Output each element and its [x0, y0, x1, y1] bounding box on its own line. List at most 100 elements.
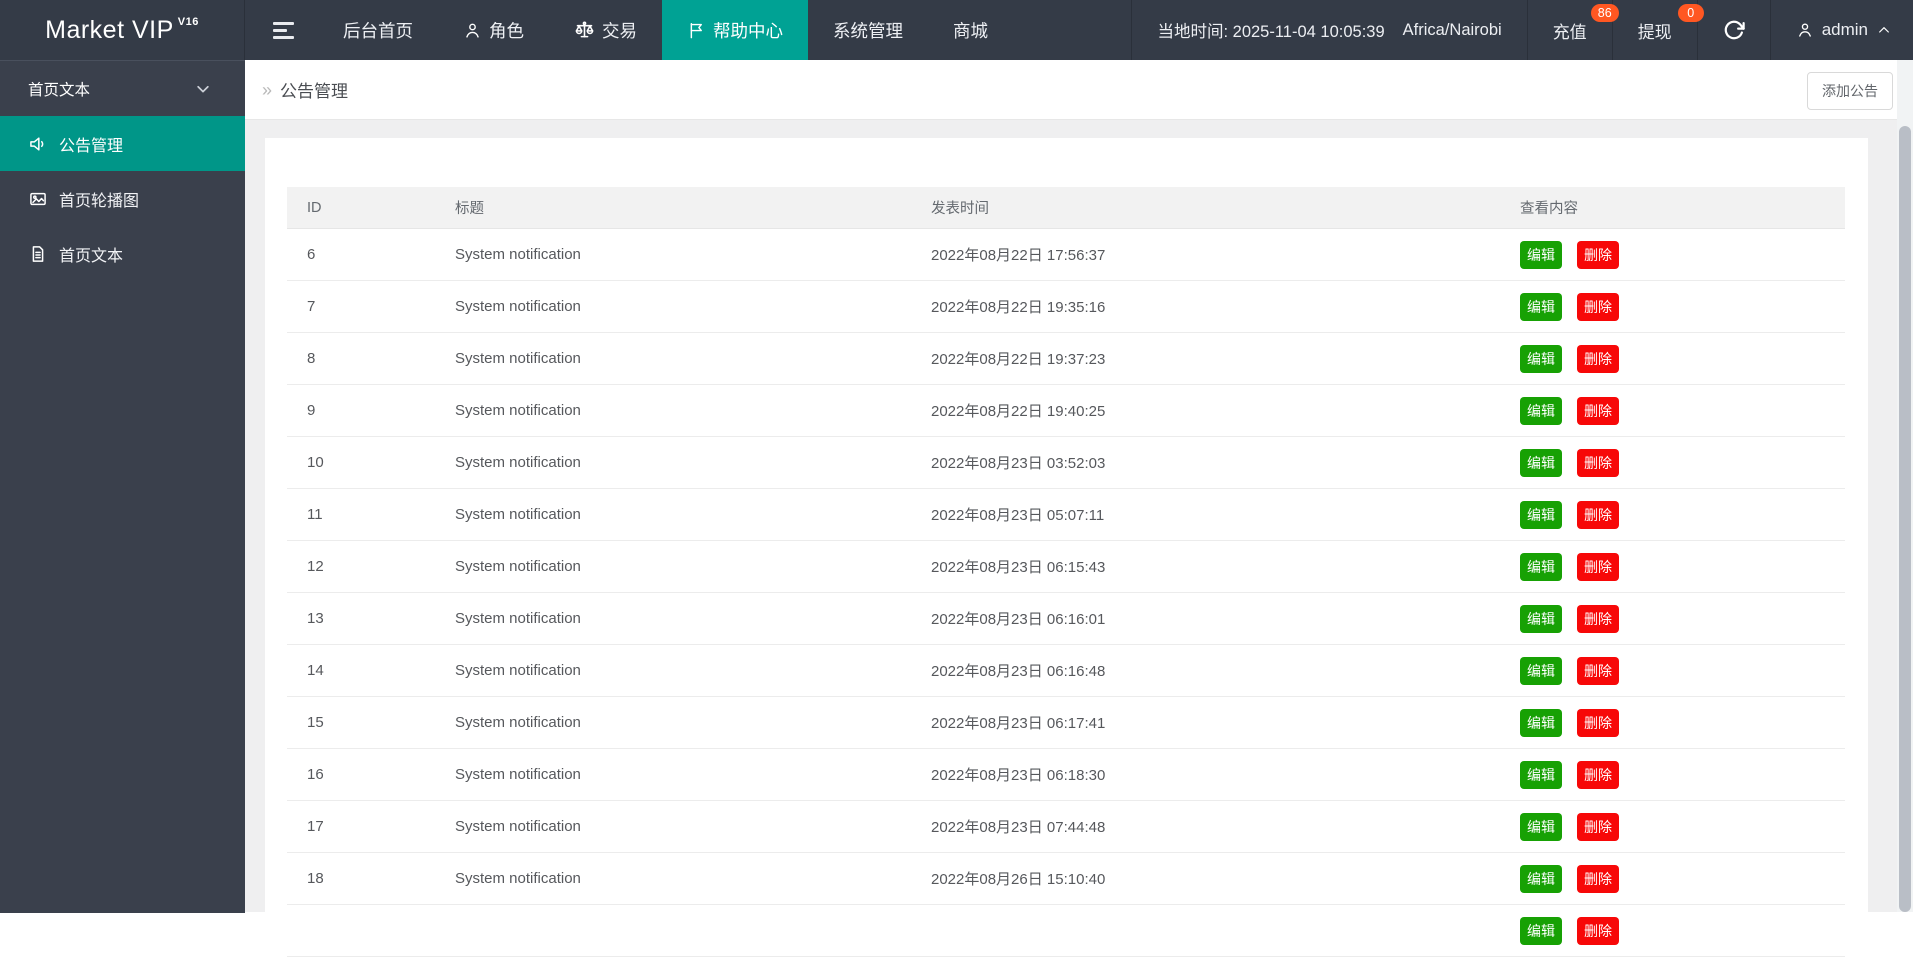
edit-button[interactable]: 编辑 [1520, 864, 1562, 893]
flag-icon [690, 22, 702, 38]
breadcrumb: » 公告管理 [245, 77, 348, 102]
delete-button[interactable]: 删除 [1577, 292, 1619, 321]
navbar-right: 当地时间: 2025-11-04 10:05:39 Africa/Nairobi… [1131, 0, 1913, 60]
row-id: 8 [307, 350, 316, 367]
recharge-group: 充值 86 [1526, 0, 1619, 60]
scrollbar-thumb[interactable] [1899, 126, 1911, 912]
edit-button[interactable]: 编辑 [1520, 760, 1562, 789]
row-id: 17 [307, 818, 324, 835]
delete-button[interactable]: 删除 [1577, 656, 1619, 685]
top-navbar: Market VIP V16 后台首页 角色 交易 帮助中心 系统管理 商城 当… [0, 0, 1913, 60]
sidebar-group-home-text[interactable]: 首页文本 [0, 61, 245, 116]
delete-button[interactable]: 删除 [1577, 916, 1619, 945]
edit-button[interactable]: 编辑 [1520, 812, 1562, 841]
row-time: 2022年08月23日 06:17:41 [931, 715, 1106, 732]
row-title: System notification [455, 246, 581, 263]
delete-button[interactable]: 删除 [1577, 604, 1619, 633]
col-header-id: ID [307, 199, 322, 216]
delete-button[interactable]: 删除 [1577, 812, 1619, 841]
nav-item-mall[interactable]: 商城 [928, 0, 1013, 60]
nav-item-system[interactable]: 系统管理 [808, 0, 928, 60]
sidebar-item-announcements[interactable]: 公告管理 [0, 116, 245, 171]
table-row: 8 System notification 2022年08月22日 19:37:… [287, 333, 1845, 385]
table-header: ID 标题 发表时间 查看内容 [287, 187, 1845, 229]
edit-button[interactable]: 编辑 [1520, 448, 1562, 477]
timezone: Africa/Nairobi [1402, 20, 1502, 39]
row-time: 2022年08月23日 03:52:03 [931, 455, 1106, 472]
edit-button[interactable]: 编辑 [1520, 604, 1562, 633]
row-title: System notification [455, 870, 581, 887]
user-icon [1798, 23, 1811, 37]
recharge-link[interactable]: 充值 86 [1553, 3, 1619, 43]
table-row: 编辑 删除 [287, 905, 1845, 957]
breadcrumb-chevrons-icon: » [262, 79, 273, 100]
row-time: 2022年08月22日 17:56:37 [931, 247, 1106, 264]
delete-button[interactable]: 删除 [1577, 448, 1619, 477]
nav-item-help-center[interactable]: 帮助中心 [662, 0, 808, 60]
edit-button[interactable]: 编辑 [1520, 552, 1562, 581]
sidebar: 首页文本 公告管理 首页轮播图 首页文本 [0, 60, 245, 913]
table-card: ID 标题 发表时间 查看内容 6 System notification 20… [265, 138, 1868, 957]
local-time-group: 当地时间: 2025-11-04 10:05:39 Africa/Nairobi [1131, 0, 1526, 60]
user-menu[interactable]: admin [1769, 0, 1913, 60]
add-announcement-button[interactable]: 添加公告 [1807, 72, 1893, 110]
chevron-up-icon [1879, 27, 1889, 33]
row-id: 18 [307, 870, 324, 887]
row-title: System notification [455, 558, 581, 575]
user-icon [466, 23, 479, 38]
menu-toggle-icon[interactable] [273, 21, 294, 39]
nav-item-roles[interactable]: 角色 [438, 0, 549, 60]
table-row: 17 System notification 2022年08月23日 07:44… [287, 801, 1845, 853]
edit-button[interactable]: 编辑 [1520, 240, 1562, 269]
delete-button[interactable]: 删除 [1577, 396, 1619, 425]
sidebar-item-home-carousel[interactable]: 首页轮播图 [0, 171, 245, 226]
nav-item-dashboard[interactable]: 后台首页 [318, 0, 438, 60]
delete-button[interactable]: 删除 [1577, 344, 1619, 373]
withdraw-link[interactable]: 提现 0 [1638, 3, 1704, 43]
row-id: 6 [307, 246, 316, 263]
delete-button[interactable]: 删除 [1577, 708, 1619, 737]
delete-button[interactable]: 删除 [1577, 760, 1619, 789]
row-id: 11 [307, 506, 323, 523]
scrollbar-track[interactable] [1897, 60, 1913, 912]
edit-button[interactable]: 编辑 [1520, 344, 1562, 373]
table-row: 6 System notification 2022年08月22日 17:56:… [287, 229, 1845, 281]
row-title: System notification [455, 298, 581, 315]
col-header-title: 标题 [455, 201, 484, 217]
chevron-down-icon [197, 85, 209, 92]
edit-button[interactable]: 编辑 [1520, 708, 1562, 737]
table-row: 13 System notification 2022年08月23日 06:16… [287, 593, 1845, 645]
announcement-icon [30, 136, 44, 151]
edit-button[interactable]: 编辑 [1520, 292, 1562, 321]
image-icon [30, 192, 46, 205]
delete-button[interactable]: 删除 [1577, 500, 1619, 529]
row-title: System notification [455, 506, 581, 523]
delete-button[interactable]: 删除 [1577, 240, 1619, 269]
row-time: 2022年08月23日 06:15:43 [931, 559, 1106, 576]
page-title: 公告管理 [280, 82, 349, 101]
withdraw-group: 提现 0 [1611, 0, 1704, 60]
table-row: 15 System notification 2022年08月23日 06:17… [287, 697, 1845, 749]
delete-button[interactable]: 删除 [1577, 864, 1619, 893]
row-time: 2022年08月23日 07:44:48 [931, 819, 1106, 836]
refresh-group [1696, 0, 1770, 60]
row-time: 2022年08月23日 05:07:11 [931, 507, 1105, 524]
refresh-icon[interactable] [1723, 19, 1745, 41]
brand-logo: Market VIP V16 [0, 0, 245, 60]
table-row: 18 System notification 2022年08月26日 15:10… [287, 853, 1845, 905]
table-row: 12 System notification 2022年08月23日 06:15… [287, 541, 1845, 593]
table-row: 9 System notification 2022年08月22日 19:40:… [287, 385, 1845, 437]
edit-button[interactable]: 编辑 [1520, 500, 1562, 529]
edit-button[interactable]: 编辑 [1520, 656, 1562, 685]
delete-button[interactable]: 删除 [1577, 552, 1619, 581]
row-time: 2022年08月23日 06:16:48 [931, 663, 1106, 680]
edit-button[interactable]: 编辑 [1520, 916, 1562, 945]
nav-item-trade[interactable]: 交易 [549, 0, 662, 60]
sidebar-item-home-text[interactable]: 首页文本 [0, 226, 245, 281]
row-id: 12 [307, 558, 324, 575]
table-row: 16 System notification 2022年08月23日 06:18… [287, 749, 1845, 801]
brand-name: Market VIP [45, 15, 174, 44]
edit-button[interactable]: 编辑 [1520, 396, 1562, 425]
row-id: 13 [307, 610, 324, 627]
row-time: 2022年08月22日 19:37:23 [931, 351, 1106, 368]
